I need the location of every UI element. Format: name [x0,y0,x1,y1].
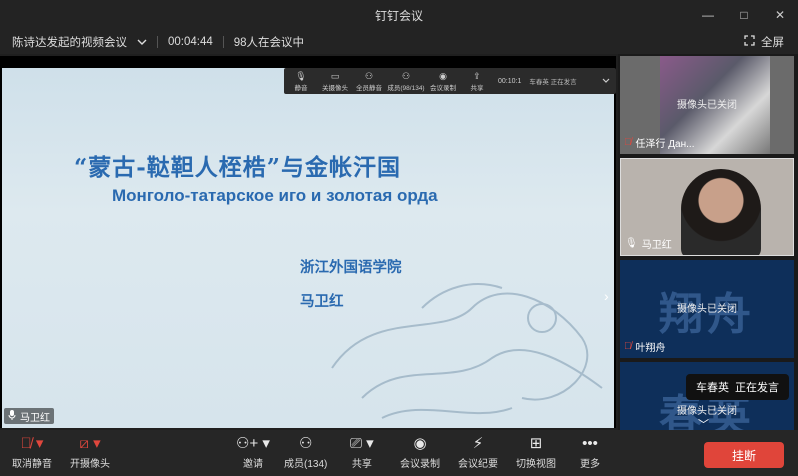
mic-icon: 🎙 [295,70,307,81]
grid-view-icon: ⊞ [529,435,543,452]
participant-name-label: 🎙 马卫红 [625,236,672,251]
invite-label: 邀请 [242,459,263,470]
meeting-info-bar: 陈诗达发起的视频会议 00:04:44 98人在会议中 全屏 [0,30,798,54]
meeting-name-dropdown[interactable]: 陈诗达发起的视频会议 [0,34,147,50]
invite-button[interactable]: ⚇+ ▾ 邀请 [236,435,270,471]
camera-on-label: 开摄像头 [70,459,110,470]
participant-video [681,169,761,255]
participant-tile[interactable]: 🎙 马卫红 [620,158,794,256]
members-icon: ⚇ [298,435,313,452]
participant-name: 叶翔舟 [635,343,666,354]
participant-tile[interactable]: 摄像头已关闭 🎙̸ 任泽行 Дан... [620,56,794,154]
more-button[interactable]: ••• 更多 [580,435,600,471]
share-icon: ⇪ [473,70,481,81]
slide-title-russian: Монголо-татарское иго и золотая орда [112,186,438,205]
share-toolbar-mute[interactable]: 🎙 静音 [284,71,318,92]
window-controls: — □ ✕ [690,0,798,30]
share-button[interactable]: ⎚ ▾ 共享 [350,435,374,471]
participant-name-label: 🎙̸ 任泽行 Дан... [624,135,694,150]
share-toolbar-share[interactable]: ⇪ 共享 [460,71,494,92]
next-page-arrow[interactable]: › [604,288,609,304]
mic-muted-icon: 🎙̸ [624,137,632,148]
more-label: 更多 [580,459,600,470]
share-toolbar-record[interactable]: ◉ 会议录制 [426,71,460,92]
meeting-duration: 00:04:44 [168,36,213,48]
record-icon: ◉ [439,70,447,81]
share-toolbar-label: 会议录制 [430,84,456,92]
invite-icon: ⚇+ ▾ [236,435,270,452]
camera-on-button[interactable]: ⧄ ▾ 开摄像头 [70,435,110,471]
share-toolbar: 🎙 静音 ▭ 关摄像头 ⚇ 全员静音 ⚇ 成员(98/134) ◉ 会议录制 ⇪… [284,68,616,94]
shared-screen: “蒙古-鞑靼人桎梏”与金帐汗国 Монголо-татарское иго и … [0,56,616,428]
participant-name: 任泽行 Дан... [635,139,695,150]
participant-name-label: 🎙̸ 叶翔舟 [624,339,666,354]
share-toolbar-label: 共享 [470,84,484,92]
chevron-down-icon[interactable] [602,78,610,85]
slide-author: 马卫红 [300,293,344,310]
share-owner-label: 马卫红 [4,408,54,424]
unmute-label: 取消静音 [12,459,52,470]
record-button[interactable]: ◉ 会议录制 [400,435,440,471]
share-toolbar-label: 成员(98/134) [387,84,425,92]
close-button[interactable]: ✕ [762,0,798,30]
window-title: 钉钉会议 [374,8,423,23]
members-label: 成员(134) [284,459,328,470]
camera-off-status: 摄像头已关闭 [677,406,737,417]
share-screen-icon: ⎚ ▾ [350,435,374,452]
maximize-button[interactable]: □ [726,0,762,30]
slide-title-chinese: “蒙古-鞑靼人桎梏”与金帐汗国 [74,154,402,181]
divider [222,36,224,48]
fullscreen-icon [744,35,755,49]
unmute-button[interactable]: 🎙̸ ▾ 取消静音 [12,435,52,471]
switch-view-button[interactable]: ⊞ 切换视图 [516,435,556,471]
speaking-indicator: 车春英 正在发言 [686,374,789,400]
camera-off-status: 摄像头已关闭 [677,304,737,315]
bottom-toolbar: 🎙̸ ▾ 取消静音 ⧄ ▾ 开摄像头 ⚇+ ▾ 邀请 ⚇ 成员(134) ⎚ ▾… [0,430,798,476]
members-icon: ⚇ [401,70,411,81]
minutes-label: 会议纪要 [458,459,498,470]
participant-count: 98人在会议中 [233,37,305,49]
slide-institution: 浙江外国语学院 [300,259,402,276]
camera-off-icon: ⧄ ▾ [79,435,101,452]
divider [157,36,158,48]
fullscreen-label: 全屏 [761,37,784,49]
camera-off-status: 摄像头已关闭 [677,100,737,111]
chevron-down-icon [137,36,147,48]
share-toolbar-label: 静音 [294,84,308,92]
participant-tile[interactable]: 翔舟 摄像头已关闭 🎙̸ 叶翔舟 [620,260,794,358]
minutes-button[interactable]: ⚡ 会议纪要 [458,435,498,471]
mic-icon: 🎙 [625,238,638,249]
presentation-slide: “蒙古-鞑靼人桎梏”与金帐汗国 Монголо-татарское иго и … [2,68,614,428]
minimize-button[interactable]: — [690,0,726,30]
mic-off-icon: 🎙̸ ▾ [20,435,44,452]
share-speaker-status: 车春英 正在发言 [529,79,577,86]
mute-all-icon: ⚇ [364,70,374,81]
share-timer: 00:10:1 [498,77,522,85]
participant-name: 马卫红 [641,240,672,251]
share-toolbar-label: 关摄像头 [322,84,348,92]
hangup-button[interactable]: 挂断 [704,442,784,468]
share-toolbar-mute-all[interactable]: ⚇ 全员静音 [352,71,386,92]
share-label: 共享 [351,459,372,470]
fullscreen-button[interactable]: 全屏 [744,34,784,50]
members-button[interactable]: ⚇ 成员(134) [284,435,328,471]
share-toolbar-members[interactable]: ⚇ 成员(98/134) [386,71,426,92]
mic-icon [8,409,16,423]
mic-muted-icon: 🎙̸ [624,341,632,352]
speaking-text: 正在发言 [735,382,779,394]
switch-view-label: 切换视图 [516,459,556,470]
share-owner-name: 马卫红 [20,412,50,424]
record-icon: ◉ [413,435,427,452]
share-toolbar-camera[interactable]: ▭ 关摄像头 [318,71,352,92]
meeting-name: 陈诗达发起的视频会议 [12,37,127,49]
more-icon: ••• [582,435,598,452]
share-toolbar-label: 全员静音 [356,84,382,92]
minutes-icon: ⚡ [472,435,484,452]
camera-icon: ▭ [330,70,340,81]
record-label: 会议录制 [400,459,440,470]
title-bar: 钉钉会议 — □ ✕ [0,0,798,30]
speaker-name: 车春英 [696,382,729,394]
